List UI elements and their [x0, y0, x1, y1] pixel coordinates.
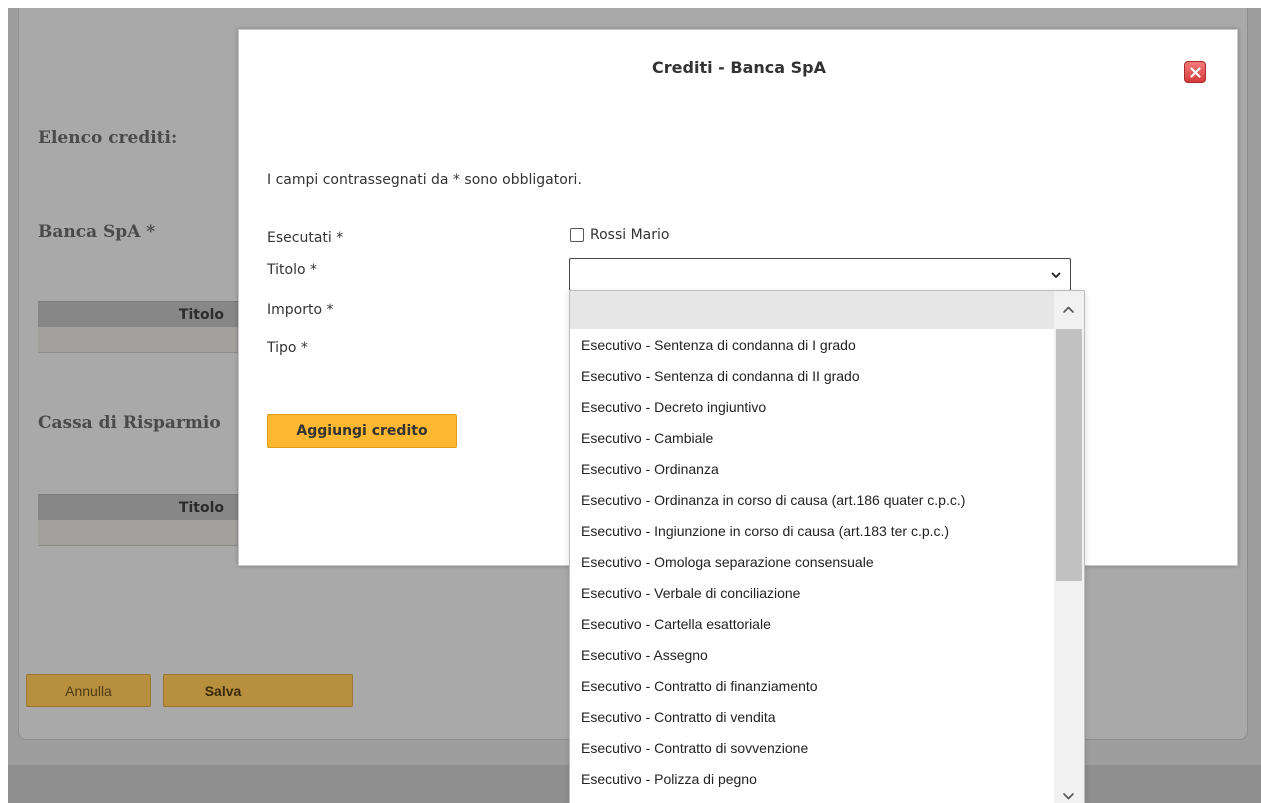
table-header-titolo: Titolo [38, 301, 248, 327]
dropdown-option[interactable]: Esecutivo - Cambiale [570, 422, 1056, 453]
dropdown-option[interactable]: Esecutivo - Contratto di vendita [570, 701, 1056, 732]
dropdown-option[interactable]: Esecutivo - Ordinanza [570, 453, 1056, 484]
dropdown-option[interactable]: Esecutivo - Contratto di sovvenzione [570, 732, 1056, 763]
label-tipo: Tipo * [267, 340, 308, 356]
page-left-edge [0, 0, 8, 803]
heading-elenco-crediti: Elenco crediti: [38, 128, 178, 148]
heading-banca: Banca SpA * [38, 222, 156, 242]
titolo-select[interactable] [569, 258, 1071, 291]
dropdown-scrollbar[interactable] [1054, 291, 1084, 803]
page-top-edge [0, 0, 1261, 8]
dropdown-option[interactable]: Esecutivo - Sentenza di condanna di I gr… [570, 329, 1056, 360]
esecutato-checkbox[interactable] [570, 228, 584, 242]
scroll-up-arrow-icon[interactable] [1062, 305, 1075, 314]
dropdown-option[interactable]: Esecutivo - Sentenza di condanna di II g… [570, 360, 1056, 391]
label-importo: Importo * [267, 302, 334, 318]
heading-cassa: Cassa di Risparmio [38, 413, 221, 433]
dropdown-option[interactable]: Esecutivo - Polizza di pegno [570, 763, 1056, 794]
add-credit-button[interactable]: Aggiungi credito [267, 414, 457, 448]
dropdown-option-empty[interactable] [570, 291, 1056, 329]
dropdown-option[interactable]: Esecutivo - Ordinanza in corso di causa … [570, 484, 1056, 515]
dropdown-option[interactable]: Esecutivo - Contratto di finanziamento [570, 670, 1056, 701]
label-titolo: Titolo * [267, 262, 317, 278]
esecutato-name: Rossi Mario [590, 227, 670, 243]
label-esecutati: Esecutati * [267, 230, 344, 246]
dropdown-option[interactable]: Esecutivo - Cartella esattoriale [570, 608, 1056, 639]
dropdown-option[interactable]: Esecutivo - Assegno [570, 639, 1056, 670]
dropdown-option[interactable]: Esecutivo - Ingiunzione in corso di caus… [570, 515, 1056, 546]
dropdown-options: Esecutivo - Sentenza di condanna di I gr… [570, 291, 1056, 794]
save-button[interactable]: Salva [163, 674, 353, 707]
chevron-down-icon [1051, 272, 1061, 278]
close-icon [1189, 66, 1201, 78]
required-fields-note: I campi contrassegnati da * sono obbliga… [267, 172, 582, 188]
titolo-dropdown-list[interactable]: Esecutivo - Sentenza di condanna di I gr… [569, 290, 1085, 803]
dropdown-option[interactable]: Esecutivo - Omologa separazione consensu… [570, 546, 1056, 577]
table-row [38, 520, 248, 546]
dialog-title: Crediti - Banca SpA [652, 58, 826, 77]
close-button[interactable] [1184, 61, 1206, 83]
table-header-titolo: Titolo [38, 494, 248, 520]
dropdown-option[interactable]: Esecutivo - Decreto ingiuntivo [570, 391, 1056, 422]
cancel-button[interactable]: Annulla [26, 674, 151, 707]
dropdown-option[interactable]: Esecutivo - Verbale di conciliazione [570, 577, 1056, 608]
table-row [38, 327, 248, 353]
scrollbar-thumb[interactable] [1056, 329, 1082, 581]
scroll-down-arrow-icon[interactable] [1062, 792, 1075, 801]
esecutato-option[interactable]: Rossi Mario [570, 227, 669, 243]
